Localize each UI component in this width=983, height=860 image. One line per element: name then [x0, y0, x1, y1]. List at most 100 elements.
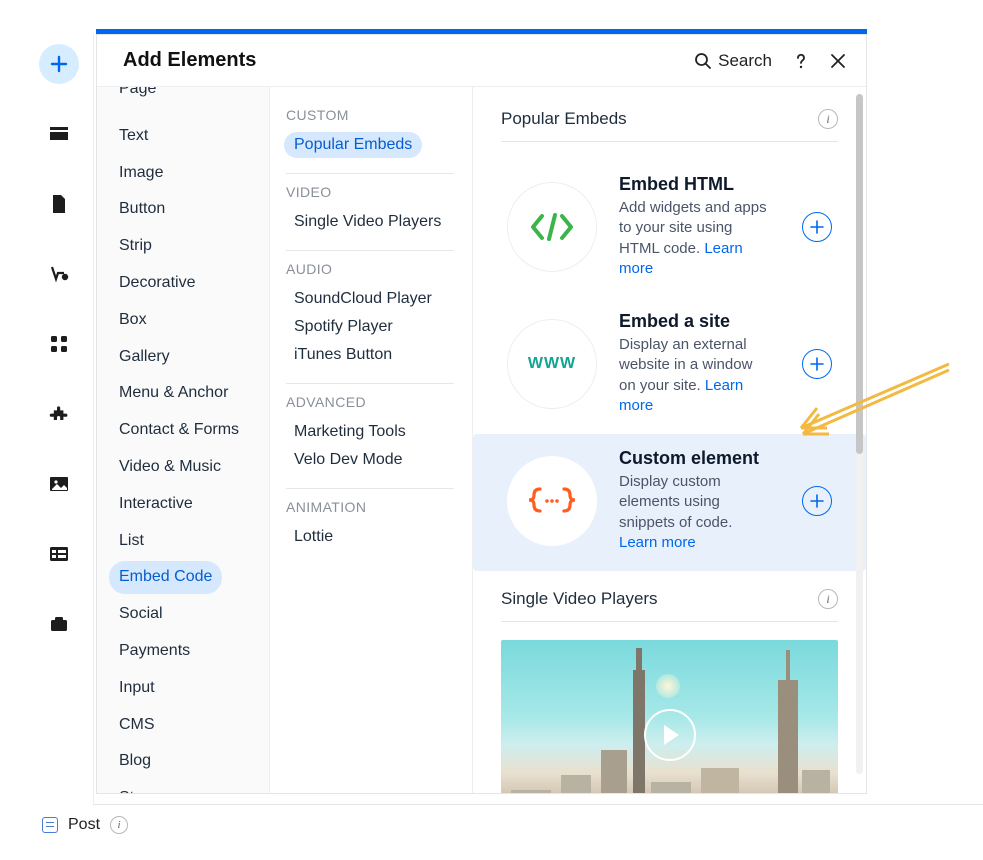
- category-item[interactable]: Store: [109, 782, 167, 793]
- info-button[interactable]: i: [110, 816, 128, 834]
- plus-icon: [49, 54, 69, 74]
- embed-card-title: Embed a site: [619, 311, 772, 332]
- category-item[interactable]: Gallery: [109, 341, 180, 374]
- section-header: AUDIO: [286, 261, 454, 277]
- decorative-building: [511, 790, 551, 793]
- embed-html-card[interactable]: Embed HTML Add widgets and apps to your …: [501, 160, 838, 297]
- subcategory-item[interactable]: Lottie: [284, 524, 343, 550]
- category-item[interactable]: CMS: [109, 709, 165, 742]
- decorative-building: [561, 775, 591, 793]
- category-item-embed-code[interactable]: Embed Code: [109, 561, 222, 594]
- page-icon: [51, 194, 67, 214]
- plus-icon: [810, 220, 824, 234]
- section-title: Popular Embeds: [501, 109, 627, 129]
- decorative-building: [651, 782, 691, 793]
- info-button[interactable]: i: [818, 589, 838, 609]
- help-button[interactable]: [792, 52, 810, 70]
- video-player-preview[interactable]: [501, 640, 838, 793]
- subcategory-item[interactable]: Velo Dev Mode: [284, 447, 413, 473]
- www-icon: WWW: [528, 355, 576, 373]
- panel-top-accent: [96, 29, 867, 34]
- close-icon: [830, 53, 846, 69]
- category-item[interactable]: Text: [109, 120, 158, 153]
- category-item[interactable]: Interactive: [109, 488, 203, 521]
- content-column: Popular Embeds i Embed HTML Add widgets …: [473, 87, 866, 793]
- rail-theme-button[interactable]: [39, 254, 79, 294]
- category-item[interactable]: Social: [109, 598, 173, 631]
- category-item[interactable]: Page: [109, 87, 166, 106]
- add-embed-button[interactable]: [802, 212, 832, 242]
- rail-media-button[interactable]: [39, 464, 79, 504]
- decorative-building: [802, 770, 830, 793]
- custom-element-card[interactable]: Custom element Display custom elements u…: [473, 434, 866, 571]
- embed-card-text: Custom element Display custom elements u…: [619, 448, 780, 553]
- post-label[interactable]: Post: [68, 816, 100, 834]
- section-header: ANIMATION: [286, 499, 454, 515]
- rail-plugins-button[interactable]: [39, 394, 79, 434]
- subcategory-column: CUSTOM Popular Embeds VIDEO Single Video…: [270, 87, 473, 793]
- embed-card-text: Embed a site Display an external website…: [619, 311, 780, 416]
- content-scrollbar[interactable]: [856, 94, 863, 774]
- category-item[interactable]: Image: [109, 157, 173, 190]
- plus-icon: [810, 494, 824, 508]
- info-button[interactable]: i: [818, 109, 838, 129]
- theme-icon: [49, 265, 69, 283]
- category-item[interactable]: Strip: [109, 230, 162, 263]
- decorative-sun: [656, 674, 680, 698]
- search-button[interactable]: Search: [694, 51, 772, 71]
- rail-section-button[interactable]: [39, 114, 79, 154]
- category-column: Page Text Image Button Strip Decorative …: [97, 87, 270, 793]
- category-item[interactable]: Input: [109, 672, 165, 705]
- subcategory-item[interactable]: Spotify Player: [284, 314, 403, 340]
- search-label: Search: [718, 51, 772, 71]
- category-item[interactable]: Menu & Anchor: [109, 377, 238, 410]
- subcategory-item[interactable]: SoundCloud Player: [284, 286, 442, 312]
- braces-icon: [526, 486, 578, 516]
- bottom-bar: Post i: [24, 804, 983, 844]
- grid-icon: [50, 335, 68, 353]
- embed-site-thumb: WWW: [507, 319, 597, 409]
- divider: [286, 250, 454, 251]
- subcategory-popular-embeds[interactable]: Popular Embeds: [284, 132, 422, 158]
- help-icon: [792, 52, 810, 70]
- image-icon: [49, 476, 69, 492]
- play-button[interactable]: [644, 709, 696, 761]
- search-icon: [694, 52, 712, 70]
- rail-page-button[interactable]: [39, 184, 79, 224]
- panel-header: Add Elements Search: [97, 35, 866, 87]
- category-item[interactable]: Blog: [109, 745, 161, 778]
- embed-card-desc: Display an external website in a window …: [619, 335, 772, 416]
- close-button[interactable]: [830, 53, 846, 69]
- embed-card-title: Embed HTML: [619, 174, 772, 195]
- html-code-icon: [529, 212, 575, 242]
- add-embed-button[interactable]: [802, 349, 832, 379]
- subcategory-item[interactable]: Single Video Players: [284, 209, 451, 235]
- category-item[interactable]: Box: [109, 304, 157, 337]
- subcategory-item[interactable]: Marketing Tools: [284, 419, 416, 445]
- section-header: CUSTOM: [286, 107, 454, 123]
- rail-data-button[interactable]: [39, 534, 79, 574]
- add-embed-button[interactable]: [802, 486, 832, 516]
- section-head: Single Video Players i: [501, 589, 838, 622]
- category-item[interactable]: Button: [109, 193, 175, 226]
- add-elements-panel: Add Elements Search Page Text Image Butt…: [96, 34, 867, 794]
- category-item[interactable]: Payments: [109, 635, 200, 668]
- category-item[interactable]: Decorative: [109, 267, 205, 300]
- plus-icon: [810, 357, 824, 371]
- embed-card-desc: Add widgets and apps to your site using …: [619, 198, 772, 279]
- category-item[interactable]: Contact & Forms: [109, 414, 249, 447]
- divider: [286, 173, 454, 174]
- rail-apps-button[interactable]: [39, 324, 79, 364]
- rail-add-button[interactable]: [39, 44, 79, 84]
- scrollbar-thumb[interactable]: [856, 94, 863, 454]
- panel-title: Add Elements: [123, 49, 694, 72]
- subcategory-item[interactable]: iTunes Button: [284, 342, 402, 368]
- learn-more-link[interactable]: Learn more: [619, 534, 696, 551]
- rail-business-button[interactable]: [39, 604, 79, 644]
- puzzle-icon: [49, 404, 69, 424]
- section-header: ADVANCED: [286, 394, 454, 410]
- decorative-building: [601, 750, 627, 793]
- embed-site-card[interactable]: WWW Embed a site Display an external web…: [501, 297, 838, 434]
- category-item[interactable]: List: [109, 525, 154, 558]
- category-item[interactable]: Video & Music: [109, 451, 231, 484]
